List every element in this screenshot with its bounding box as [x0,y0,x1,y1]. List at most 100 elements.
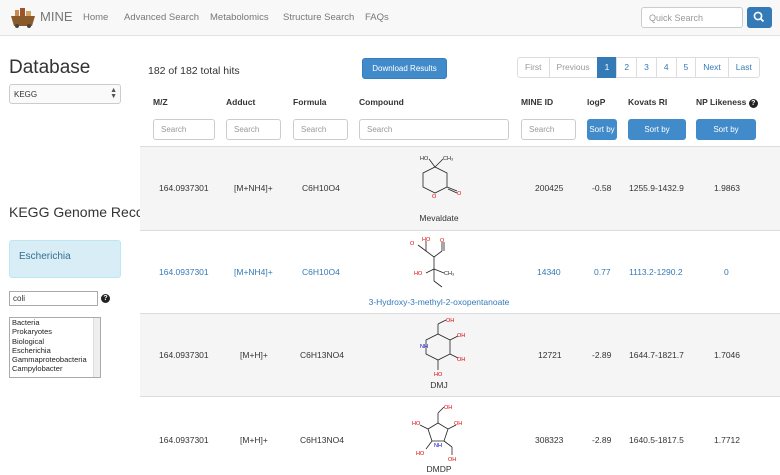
svg-text:NH: NH [434,443,442,449]
svg-text:CH₃: CH₃ [444,271,454,277]
navbar: MINE Home Advanced Search Metabolomics S… [0,0,780,36]
search-adduct-input[interactable]: Search [226,119,281,140]
search-icon [753,11,765,23]
search-mz-input[interactable]: Search [153,119,215,140]
page-last[interactable]: Last [727,57,760,78]
sort-np-likeness-button[interactable]: Sort by [696,119,756,140]
svg-text:HO: HO [422,237,431,243]
cell-mine-id[interactable]: 12721 [538,350,562,360]
table-row[interactable]: 164.0937301 [M+H]+ C6H13NO4 NH OH OH OH … [140,313,780,396]
nav-advanced-search[interactable]: Advanced Search [124,12,199,23]
molecule-structure-image: NH OH OH OH HO [420,318,465,378]
page-4[interactable]: 4 [655,57,677,78]
header-kovats-ri: Kovats RI [628,97,668,107]
database-select-value: KEGG [14,90,38,99]
svg-text:OH: OH [454,421,462,427]
page-2[interactable]: 2 [616,57,638,78]
table-row[interactable]: 164.0937301 [M+H]+ C6H13NO4 OH HO OH NH … [140,396,780,475]
database-select[interactable]: KEGG ▲ ▼ [9,84,121,104]
cell-mine-id[interactable]: 14340 [537,267,561,277]
header-formula: Formula [293,97,327,107]
header-compound: Compound [359,97,404,107]
compound-name[interactable]: 3-Hydroxy-3-methyl-2-oxopentanoate [339,297,539,307]
taxonomy-list[interactable]: Bacteria Prokaryotes Biological Escheric… [9,317,101,378]
cell-kovats: 1640.5-1817.5 [629,435,684,445]
cell-kovats: 1644.7-1821.7 [629,350,684,360]
sort-logp-button[interactable]: Sort by [587,119,617,140]
header-np-likeness-label: NP Likeness [696,97,747,107]
download-results-button[interactable]: Download Results [362,58,447,79]
cell-adduct: [M+NH4]+ [234,267,273,277]
header-logp: logP [587,97,606,107]
svg-text:HO: HO [412,421,421,427]
page-3[interactable]: 3 [636,57,657,78]
cell-formula: C6H10O4 [302,267,340,277]
cell-formula: C6H10O4 [302,183,340,193]
taxonomy-item[interactable]: Biological [10,337,100,346]
cell-mz: 164.0937301 [159,267,209,277]
quick-search-button[interactable] [747,7,772,28]
svg-text:OH: OH [448,457,456,463]
sort-kovats-button[interactable]: Sort by [628,119,686,140]
header-np-likeness: NP Likeness ? [696,97,758,108]
help-icon[interactable]: ? [101,294,110,303]
search-mine-id-input[interactable]: Search [521,119,576,140]
brand[interactable]: MINE [8,4,73,28]
nav-metabolomics[interactable]: Metabolomics [210,12,269,23]
cell-kovats: 1113.2-1290.2 [629,267,683,277]
cell-np-likeness: 0 [724,267,729,277]
organism-filter-input[interactable]: coli [9,291,98,306]
svg-text:CH₃: CH₃ [443,156,453,162]
svg-text:NH: NH [420,344,428,350]
nav-home[interactable]: Home [83,12,108,23]
cell-logp: 0.77 [594,267,611,277]
svg-text:O: O [457,191,462,197]
svg-text:HO: HO [434,372,443,378]
table-row[interactable]: 164.0937301 [M+NH4]+ C6H10O4 O HO O HO C… [140,230,780,313]
molecule-structure-image: OH HO OH NH HO OH [412,405,462,463]
cell-mz: 164.0937301 [159,183,209,193]
taxonomy-item[interactable]: Bacteria [10,318,100,327]
taxonomy-item[interactable]: Prokaryotes [10,327,100,336]
svg-text:O: O [440,238,445,244]
taxonomy-item[interactable]: Gammaproteobacteria [10,355,100,364]
taxonomy-item[interactable]: Escherichia [10,346,100,355]
database-heading: Database [9,57,91,78]
search-compound-input[interactable]: Search [359,119,509,140]
page-first[interactable]: First [517,57,550,78]
cell-logp: -0.58 [592,183,612,193]
svg-text:OH: OH [457,333,465,339]
taxonomy-item[interactable]: Campylobacter [10,364,100,373]
svg-text:OH: OH [446,318,454,324]
svg-text:HO: HO [414,271,423,277]
compound-name[interactable]: DMDP [339,464,539,474]
help-icon[interactable]: ? [748,99,758,108]
compound-name[interactable]: DMJ [339,380,539,390]
nav-faqs[interactable]: FAQs [365,12,389,23]
cell-mine-id[interactable]: 200425 [535,183,563,193]
page-5[interactable]: 5 [675,57,697,78]
page-next[interactable]: Next [695,57,729,78]
cell-np-likeness: 1.7712 [714,435,740,445]
cell-mz: 164.0937301 [159,350,209,360]
search-formula-input[interactable]: Search [293,119,348,140]
mine-cart-icon [11,8,35,28]
svg-text:OH: OH [457,357,465,363]
svg-text:HO: HO [416,451,425,457]
taxonomy-scrollbar[interactable] [93,318,100,377]
molecule-structure-image: O HO O HO CH₃ [410,237,454,288]
hits-count: 182 of 182 total hits [148,65,240,77]
nav-structure-search[interactable]: Structure Search [283,12,354,23]
compound-name[interactable]: Mevaldate [339,213,539,223]
quick-search-input[interactable]: Quick Search [641,7,743,28]
organism-panel[interactable]: Escherichia [9,240,121,278]
molecule-structure-image: HO CH₃ O O [420,156,462,200]
table-row[interactable]: 164.0937301 [M+NH4]+ C6H10O4 HO CH₃ O O … [140,146,780,230]
page-previous[interactable]: Previous [548,57,598,78]
header-mine-id: MINE ID [521,97,554,107]
page-1[interactable]: 1 [596,57,618,78]
cell-kovats: 1255.9-1432.9 [629,183,684,193]
cell-logp: -2.89 [592,350,612,360]
cell-mine-id[interactable]: 308323 [535,435,563,445]
cell-np-likeness: 1.7046 [714,350,740,360]
